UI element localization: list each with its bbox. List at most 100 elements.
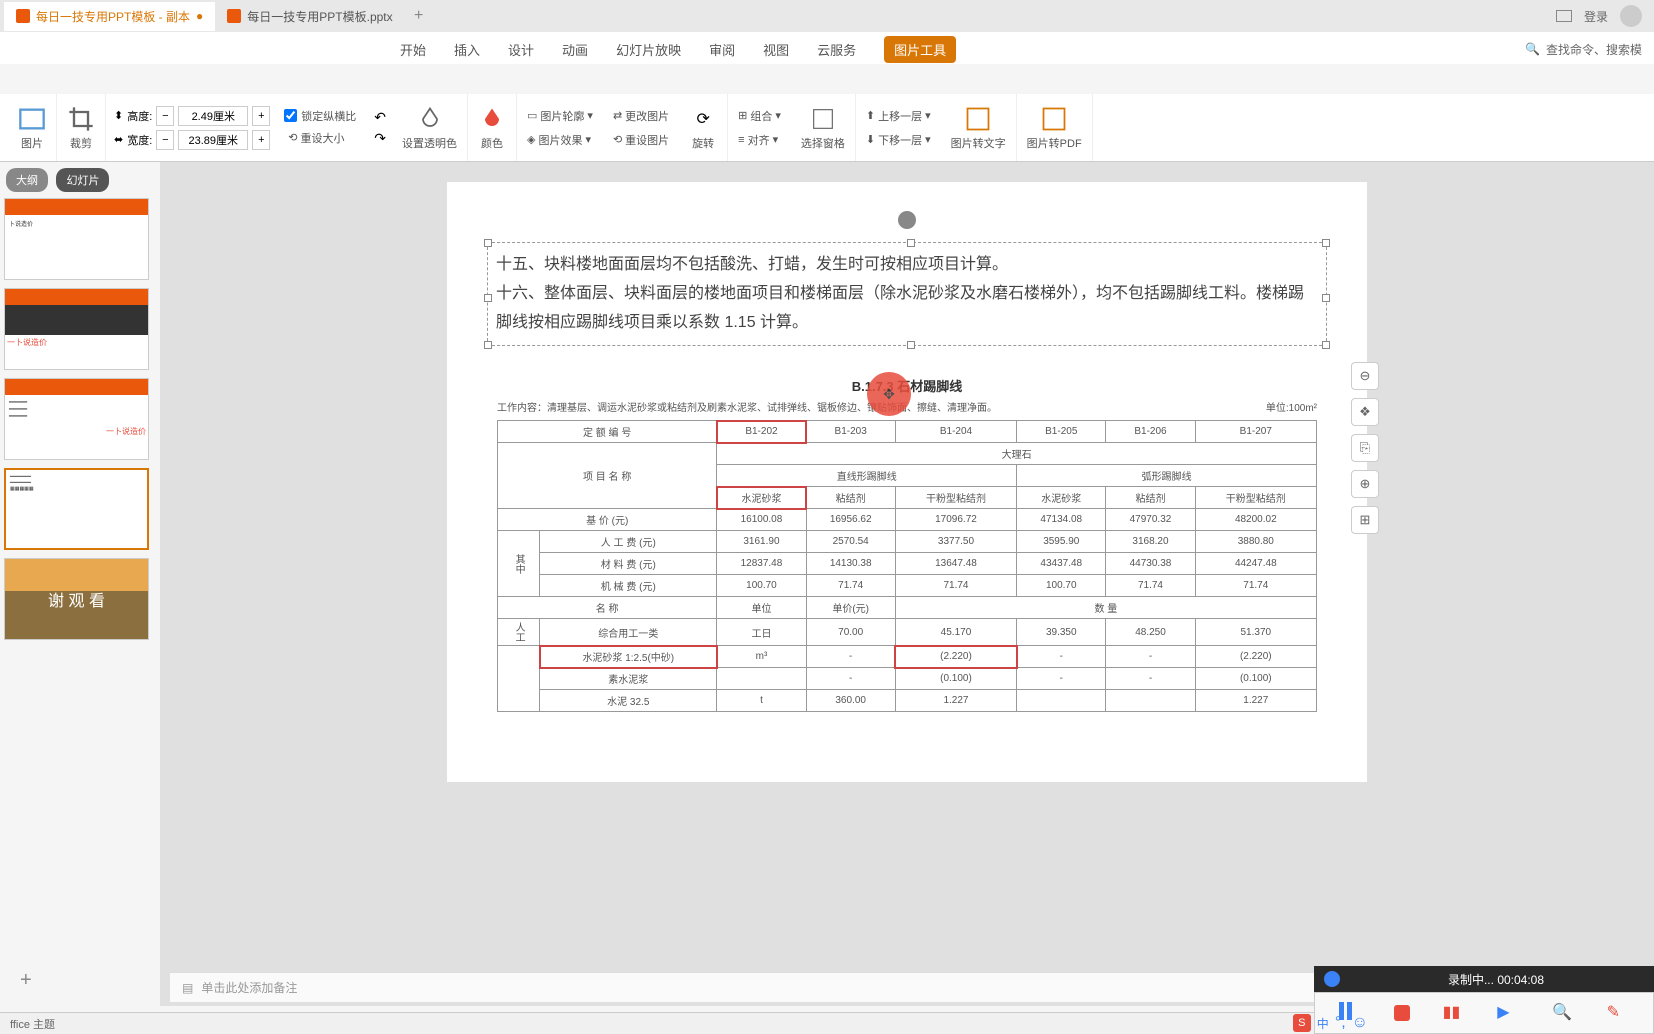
layers-tool[interactable]: ❖: [1351, 398, 1379, 426]
menu-tab-slideshow[interactable]: 幻灯片放映: [616, 40, 681, 59]
resize-handle-ne[interactable]: [1322, 239, 1330, 247]
width-input[interactable]: [178, 130, 248, 150]
dimension-group: ⬍ 高度: − + ⬌ 宽度: − +: [106, 106, 278, 150]
ribbon-color[interactable]: 颜色: [468, 94, 517, 161]
resize-handle-s[interactable]: [907, 341, 915, 349]
rotate-right-icon[interactable]: ↷: [374, 130, 386, 147]
width-decrease[interactable]: −: [156, 130, 174, 150]
menu-tab-start[interactable]: 开始: [400, 40, 426, 59]
avatar[interactable]: [1620, 5, 1642, 27]
resize-handle-w[interactable]: [484, 294, 492, 302]
notes-placeholder: 单击此处添加备注: [201, 979, 297, 996]
pic-effect-button[interactable]: ◈图片效果 ▾: [523, 130, 597, 150]
crop-tool[interactable]: ⎘: [1351, 434, 1379, 462]
ribbon-transparency[interactable]: 设置透明色: [392, 94, 468, 161]
search-placeholder[interactable]: 查找命令、搜索模: [1546, 41, 1642, 58]
transparency-icon: [416, 105, 444, 133]
ribbon-select-pane[interactable]: 选择窗格: [791, 94, 856, 161]
thumbnail-1[interactable]: 卜说造价: [4, 198, 149, 280]
zoom-tool[interactable]: ⊕: [1351, 470, 1379, 498]
ime-face-icon[interactable]: ☺: [1352, 1014, 1368, 1032]
side-tabs: 大纲 幻灯片: [0, 162, 155, 198]
tab-modified-dot: ●: [196, 9, 203, 23]
search-icon[interactable]: 🔍: [1525, 42, 1540, 56]
reset-icon: ⟲: [288, 131, 297, 144]
slides-tab[interactable]: 幻灯片: [56, 168, 109, 192]
rec-tool-3[interactable]: 🔍: [1552, 1002, 1574, 1024]
document-tab-2[interactable]: 每日一技专用PPT模板.pptx: [215, 2, 404, 31]
backward-icon: ⬇: [866, 133, 875, 146]
ribbon-crop[interactable]: 裁剪: [57, 94, 106, 161]
add-slide-button[interactable]: +: [20, 969, 32, 992]
menu-tab-review[interactable]: 审阅: [709, 40, 735, 59]
collapse-tool[interactable]: ⊖: [1351, 362, 1379, 390]
table-row: 材 料 费 (元) 12837.4814130.3813647.4843437.…: [498, 553, 1317, 575]
table-row: 其中 人 工 费 (元) 3161.902570.543377.503595.9…: [498, 531, 1317, 553]
window-mode-icon[interactable]: [1556, 10, 1572, 22]
ribbon-pic-to-text[interactable]: 图片转文字: [941, 94, 1017, 161]
height-decrease[interactable]: −: [156, 106, 174, 126]
lock-ratio-checkbox[interactable]: 锁定纵横比: [284, 108, 356, 124]
text-box-selected[interactable]: 十五、块料楼地面面层均不包括酸洗、打蜡，发生时可按相应项目计算。 十六、整体面层…: [487, 242, 1327, 346]
menu-tab-view[interactable]: 视图: [763, 40, 789, 59]
table-row: 人工 综合用工一类工日70.00 45.17039.35048.25051.37…: [498, 619, 1317, 646]
ime-zhong[interactable]: 中: [1317, 1015, 1329, 1032]
table-image: B.1.7.3 石材踢脚线 工作内容：清理基层、调运水泥砂浆或粘结剂及刷素水泥浆…: [487, 366, 1327, 722]
menu-tab-cloud[interactable]: 云服务: [817, 40, 856, 59]
group-button[interactable]: ⊞组合 ▾: [734, 106, 785, 126]
ribbon-rotate[interactable]: ⟳ 旋转: [679, 94, 728, 161]
grid-tool[interactable]: ⊞: [1351, 506, 1379, 534]
menu-tab-animation[interactable]: 动画: [562, 40, 588, 59]
thumbnail-4[interactable]: ━━━━━━━━━━━━━━▦▦▦▦▦: [4, 468, 149, 550]
recording-bar: 录制中... 00:04:08: [1314, 966, 1654, 992]
height-input[interactable]: [178, 106, 248, 126]
stop-button[interactable]: [1394, 1005, 1410, 1021]
slide-thumbnails: 卜说造价 一卜说造价 ━━━━━━━━━━━━━━━ 一卜说造价 ━━━━━━━…: [0, 198, 155, 648]
new-tab-button[interactable]: +: [405, 2, 433, 30]
width-increase[interactable]: +: [252, 130, 270, 150]
outline-tab[interactable]: 大纲: [6, 168, 48, 192]
rec-tool-1[interactable]: ▮▮: [1443, 1002, 1465, 1024]
tab-bar: 每日一技专用PPT模板 - 副本 ● 每日一技专用PPT模板.pptx + 登录: [0, 0, 1654, 32]
width-label: 宽度:: [127, 132, 152, 148]
thumbnail-5[interactable]: 谢 观 看: [4, 558, 149, 640]
ime-s-icon[interactable]: S: [1293, 1014, 1311, 1032]
rec-tool-4[interactable]: ✎: [1607, 1002, 1629, 1024]
ime-punct-icon[interactable]: °,: [1335, 1014, 1346, 1032]
align-button[interactable]: ≡对齐 ▾: [734, 130, 785, 150]
tab-label: 每日一技专用PPT模板 - 副本: [36, 8, 190, 25]
slide-canvas[interactable]: 十五、块料楼地面面层均不包括酸洗、打蜡，发生时可按相应项目计算。 十六、整体面层…: [160, 162, 1654, 1006]
reset-pic-button[interactable]: ⟲重设图片: [609, 130, 673, 150]
thumbnail-3[interactable]: ━━━━━━━━━━━━━━━ 一卜说造价: [4, 378, 149, 460]
thumbnail-2[interactable]: 一卜说造价: [4, 288, 149, 370]
pic-outline-button[interactable]: ▭图片轮廓 ▾: [523, 106, 597, 126]
change-pic-button[interactable]: ⇄更改图片: [609, 106, 673, 126]
rec-tool-2[interactable]: ▶: [1497, 1002, 1519, 1024]
document-tab-1[interactable]: 每日一技专用PPT模板 - 副本 ●: [4, 2, 215, 31]
height-increase[interactable]: +: [252, 106, 270, 126]
login-link[interactable]: 登录: [1584, 8, 1608, 25]
rotate-left-icon[interactable]: ↶: [374, 109, 386, 126]
ribbon-pic-to-pdf[interactable]: 图片转PDF: [1017, 94, 1093, 161]
resize-handle-n[interactable]: [907, 239, 915, 247]
resize-handle-sw[interactable]: [484, 341, 492, 349]
color-icon: [478, 105, 506, 133]
group-icon: ⊞: [738, 109, 747, 122]
main-area: 大纲 幻灯片 卜说造价 一卜说造价 ━━━━━━━━━━━━━━━ 一卜说造价 …: [0, 162, 1654, 1006]
send-backward-button[interactable]: ⬇下移一层 ▾: [862, 130, 935, 150]
menu-tab-insert[interactable]: 插入: [454, 40, 480, 59]
lock-ratio-check[interactable]: [284, 109, 297, 122]
reset-size-button[interactable]: ⟲ 重设大小: [284, 128, 356, 148]
menu-tab-design[interactable]: 设计: [508, 40, 534, 59]
ppt-icon: [227, 9, 241, 23]
resize-handle-se[interactable]: [1322, 341, 1330, 349]
forward-icon: ⬆: [866, 109, 875, 122]
rotate-handle[interactable]: [898, 211, 916, 229]
menu-tab-picture-tools[interactable]: 图片工具: [884, 36, 956, 63]
resize-handle-e[interactable]: [1322, 294, 1330, 302]
outline-icon: ▭: [527, 109, 537, 122]
ribbon-insert-pic[interactable]: 图片: [8, 94, 57, 161]
resize-handle-nw[interactable]: [484, 239, 492, 247]
bring-forward-button[interactable]: ⬆上移一层 ▾: [862, 106, 935, 126]
table-row: 水泥 32.5t360.00 1.2271.227: [498, 690, 1317, 712]
